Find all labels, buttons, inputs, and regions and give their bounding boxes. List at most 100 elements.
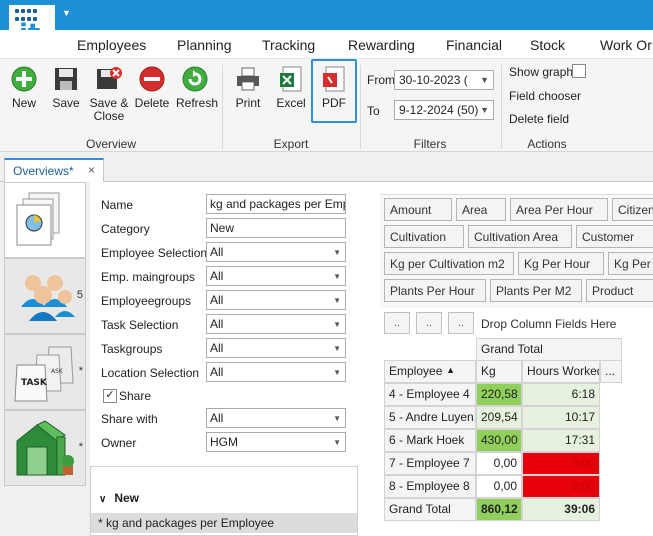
export-group-label: Export: [273, 137, 309, 151]
menu-stock[interactable]: Stock: [530, 37, 565, 53]
field-cultivation-area[interactable]: Cultivation Area: [468, 225, 572, 248]
field-chooser-button[interactable]: Field chooser: [509, 89, 581, 103]
nav-employees[interactable]: 5: [4, 258, 86, 334]
location-selection-label: Location Selection: [101, 366, 200, 380]
menu-financial[interactable]: Financial: [446, 37, 502, 53]
delete-button[interactable]: Delete: [134, 65, 170, 110]
save-button[interactable]: Save: [52, 65, 80, 110]
employeegroups-select[interactable]: All ▼: [206, 290, 346, 310]
menu-employees[interactable]: Employees: [77, 37, 146, 53]
share-with-select[interactable]: All ▼: [206, 408, 346, 428]
emp-maingroups-select[interactable]: All ▼: [206, 266, 346, 286]
owner-select[interactable]: HGM ▼: [206, 432, 346, 452]
to-label: To: [367, 104, 380, 118]
task-selection-select[interactable]: All ▼: [206, 314, 346, 334]
list-item[interactable]: * kg and packages per Employee: [91, 513, 357, 533]
delete-label: Delete: [134, 96, 170, 110]
list-group-header[interactable]: ∨ New: [99, 491, 139, 505]
chevron-down-icon: ▼: [480, 105, 489, 115]
kg-column-header[interactable]: Kg: [476, 360, 522, 383]
to-date-select[interactable]: 9-12-2024 (50) ▼: [394, 100, 494, 120]
menu-tracking[interactable]: Tracking: [262, 37, 315, 53]
field-area-per-hour[interactable]: Area Per Hour: [510, 198, 608, 221]
actions-group-label: Actions: [527, 137, 567, 151]
tab-overviews-label: Overviews*: [13, 164, 74, 178]
field-kg-per-cultivation[interactable]: Kg per Cultivation m2: [384, 252, 514, 275]
taskgroups-select[interactable]: All ▼: [206, 338, 346, 358]
grand-total-row-label: Grand Total: [384, 498, 476, 521]
app-menu-caret-icon[interactable]: ▼: [62, 8, 71, 18]
field-customer[interactable]: Customer: [576, 225, 653, 248]
menu-work-orders[interactable]: Work Or: [600, 37, 652, 53]
save-and-close-button[interactable]: Save & Close: [89, 65, 129, 123]
nav-overview[interactable]: [4, 182, 86, 258]
chevron-down-icon: ▼: [333, 248, 341, 257]
filter-drop-box[interactable]: ..: [448, 312, 474, 334]
name-input[interactable]: kg and packages per Employ: [206, 194, 346, 214]
new-button[interactable]: New: [10, 65, 38, 110]
pdf-icon: [320, 65, 348, 93]
chevron-down-icon: ▼: [333, 344, 341, 353]
chevron-down-icon: ▼: [333, 320, 341, 329]
kg-cell: 0,00: [476, 452, 522, 475]
floppy-disk-icon: [52, 65, 80, 93]
hours-cell: 3:00: [522, 452, 600, 475]
location-selection-select[interactable]: All ▼: [206, 362, 346, 382]
nav-locations[interactable]: *: [4, 410, 86, 486]
save-close-label-2: Close: [93, 109, 125, 123]
chevron-down-icon: ▼: [333, 296, 341, 305]
nav-tasks[interactable]: TASK ASK *: [4, 334, 86, 410]
filter-drop-box[interactable]: ..: [384, 312, 410, 334]
from-date-select[interactable]: 30-10-2023 ( ▼: [394, 70, 494, 90]
taskgroups-label: Taskgroups: [101, 342, 163, 356]
row-employee: 5 - Andre Luyen...: [384, 406, 476, 429]
save-close-icon: [95, 65, 123, 93]
menu-planning[interactable]: Planning: [177, 37, 232, 53]
row-employee: 6 - Mark Hoek: [384, 429, 476, 452]
chevron-down-icon: ▼: [333, 414, 341, 423]
left-nav: 5 TASK ASK * *: [0, 182, 90, 536]
show-graph-checkbox[interactable]: [572, 64, 586, 78]
employee-row-header[interactable]: Employee ▲: [384, 360, 476, 383]
field-cultivation[interactable]: Cultivation: [384, 225, 464, 248]
hours-cell: 3:00: [522, 475, 600, 498]
field-citizen[interactable]: Citizen S: [612, 198, 653, 221]
tab-overviews[interactable]: Overviews* ×: [4, 158, 104, 182]
category-input[interactable]: New: [206, 218, 346, 238]
pdf-button[interactable]: PDF: [311, 59, 357, 123]
more-columns-header[interactable]: ...: [600, 360, 622, 383]
field-area[interactable]: Area: [456, 198, 506, 221]
print-button[interactable]: Print: [234, 65, 262, 110]
field-kg-per-hour[interactable]: Kg Per Hour: [518, 252, 604, 275]
menu-rewarding[interactable]: Rewarding: [348, 37, 415, 53]
overview-list-panel: ∨ New * kg and packages per Employee: [90, 466, 358, 536]
nav-locations-mark: *: [78, 441, 83, 453]
share-checkbox[interactable]: ✓: [103, 389, 117, 403]
category-label: Category: [101, 222, 150, 236]
refresh-button[interactable]: Refresh: [176, 65, 218, 110]
column-drop-hint: Drop Column Fields Here: [481, 317, 617, 331]
field-plants-per-hour[interactable]: Plants Per Hour: [384, 279, 486, 302]
row-employee: 7 - Employee 7: [384, 452, 476, 475]
overview-group-label: Overview: [85, 137, 136, 151]
hours-column-header[interactable]: Hours Worked: [522, 360, 600, 383]
new-label: New: [11, 96, 36, 110]
pdf-label: PDF: [322, 96, 346, 110]
close-icon[interactable]: ×: [88, 163, 95, 177]
delete-field-button[interactable]: Delete field: [509, 112, 569, 126]
nav-employees-mark: 5: [76, 289, 83, 301]
excel-button[interactable]: Excel: [275, 65, 307, 110]
employeegroups-label: Employeegroups: [101, 294, 192, 308]
grand-total-kg: 860,12: [476, 498, 522, 521]
printer-icon: [234, 65, 262, 93]
checkmark-icon: ✓: [105, 389, 115, 401]
field-product[interactable]: Product: [586, 279, 653, 302]
filter-drop-box[interactable]: ..: [416, 312, 442, 334]
field-kg-per-p[interactable]: Kg Per P: [608, 252, 653, 275]
employee-selection-select[interactable]: All ▼: [206, 242, 346, 262]
save-label: Save: [52, 96, 80, 110]
emp-maingroups-label: Emp. maingroups: [101, 270, 196, 284]
hours-cell: 10:17: [522, 406, 600, 429]
field-amount[interactable]: Amount: [384, 198, 452, 221]
field-plants-per-m2[interactable]: Plants Per M2: [490, 279, 582, 302]
